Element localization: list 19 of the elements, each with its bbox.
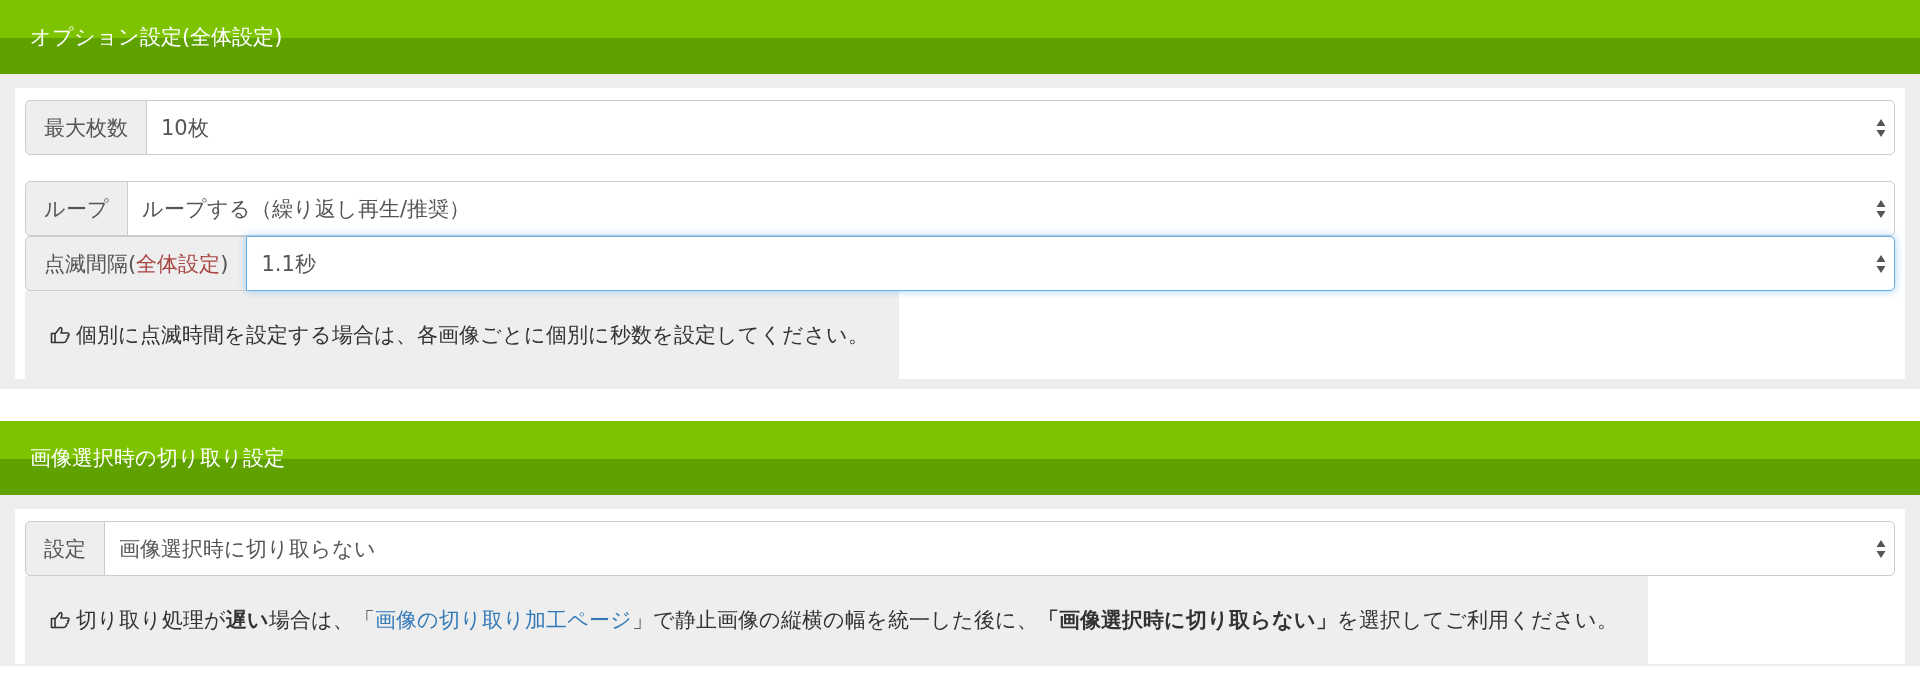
field-label: 最大枚数 bbox=[25, 100, 147, 155]
select-field[interactable]: ループする（繰り返し再生/推奨） bbox=[127, 181, 1895, 236]
pointing-hand-icon bbox=[50, 326, 70, 344]
up-down-arrows-icon bbox=[1876, 117, 1886, 138]
field-label: 設定 bbox=[25, 521, 105, 576]
field-label: 点滅間隔(全体設定) bbox=[25, 236, 248, 291]
select-field[interactable]: 1.1秒 bbox=[246, 236, 1895, 291]
select-field[interactable]: 10枚 bbox=[146, 100, 1895, 155]
pointing-hand-icon bbox=[50, 611, 70, 629]
section-title: オプション設定(全体設定) bbox=[30, 24, 283, 51]
note-text: 個別に点滅時間を設定する場合は、各画像ごとに個別に秒数を設定してください。 bbox=[76, 322, 869, 349]
up-down-arrows-icon bbox=[1876, 198, 1886, 219]
select-field[interactable]: 画像選択時に切り取らない bbox=[104, 521, 1895, 576]
note-text: 切り取り処理が遅い場合は、「画像の切り取り加工ページ」で静止画像の縦横の幅を統一した後に、「画像選択時に切り取らない」を選択してご利用ください。 bbox=[76, 607, 1618, 634]
up-down-arrows-icon bbox=[1876, 253, 1886, 274]
up-down-arrows-icon bbox=[1876, 538, 1886, 559]
section-title: 画像選択時の切り取り設定 bbox=[30, 445, 285, 472]
field-label: ループ bbox=[25, 181, 128, 236]
page-link[interactable]: 画像の切り取り加工ページ bbox=[375, 608, 632, 632]
